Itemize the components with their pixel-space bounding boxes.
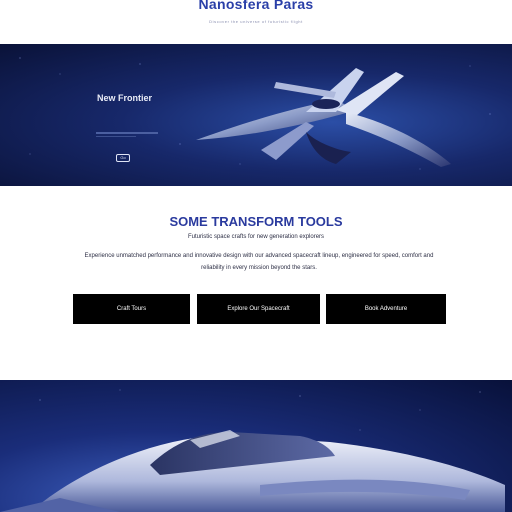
hero-cta-button[interactable]: Go [116, 154, 130, 162]
showcase-banner [0, 380, 512, 512]
brand-logo-text[interactable]: Nanosfera Paras [0, 0, 512, 12]
hero-text-line [96, 136, 136, 137]
section-description: Experience unmatched performance and inn… [84, 253, 434, 271]
spaceship-illustration [196, 68, 451, 167]
site-header: Nanosfera Paras Discover the universe of… [0, 0, 512, 44]
hero-text-line [96, 132, 158, 134]
section-subtitle: Futuristic space crafts for new generati… [187, 234, 325, 240]
header-tagline: Discover the universe of futuristic flig… [209, 19, 303, 24]
spaceship-closeup-illustration [0, 389, 505, 512]
explore-spacecraft-button[interactable]: Explore Our Spacecraft [197, 294, 320, 324]
services-section: SOME TRANSFORM TOOLS Futuristic space cr… [0, 186, 512, 380]
hero-title: New Frontier [97, 93, 153, 103]
book-adventure-button[interactable]: Book Adventure [326, 294, 446, 324]
section-title: SOME TRANSFORM TOOLS [169, 214, 343, 229]
craft-tours-button[interactable]: Craft Tours [73, 294, 190, 324]
hero-banner: New Frontier Go [0, 44, 512, 186]
